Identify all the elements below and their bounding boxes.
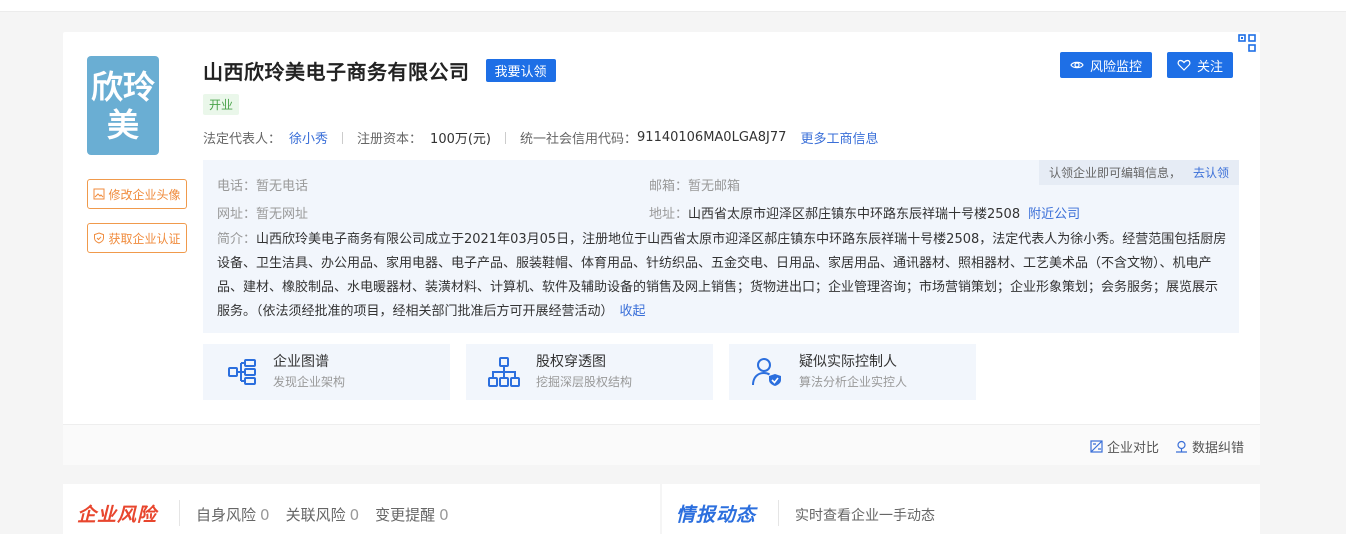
section-title: 情报动态 [676, 504, 757, 526]
related-risk-tab[interactable]: 关联风险 0 [286, 504, 360, 525]
image-icon [93, 188, 105, 200]
change-alert-tab[interactable]: 变更提醒 0 [375, 504, 449, 525]
credit-code-value: 91140106MA0LGA8J77 [637, 130, 787, 145]
website-row: 网址：暂无网址 [217, 207, 309, 222]
card-footer: 企业对比 数据纠错 [63, 424, 1260, 465]
correction-icon [1175, 440, 1187, 453]
company-name: 山西欣玲美电子商务有限公司 [203, 60, 470, 84]
divider [505, 131, 507, 144]
company-header-card: 欣玲美 修改企业头像 获取企业认证 山西欣玲美电子商务有限公司 我要认领 开业 … [63, 32, 1260, 465]
company-intro: 简介：山西欣玲美电子商务有限公司成立于2021年03月05日，注册地位于山西省太… [217, 232, 1227, 319]
phone-row: 电话：暂无电话 [217, 179, 309, 194]
nearby-companies-link[interactable]: 附近公司 [1028, 207, 1080, 222]
dynamics-subtitle[interactable]: 实时查看企业一手动态 [795, 505, 935, 525]
feature-subtitle: 挖掘深层股权结构 [536, 375, 633, 389]
equity-penetration-card[interactable]: 股权穿透图 挖掘深层股权结构 [466, 344, 713, 400]
enterprise-graph-card[interactable]: 企业图谱 发现企业架构 [203, 344, 450, 400]
capital-label: 注册资本： [357, 132, 423, 147]
contact-info-panel: 认领企业即可编辑信息， 去认领 电话：暂无电话 邮箱：暂无邮箱 网址：暂无网址 地… [203, 160, 1239, 333]
email-value: 暂无邮箱 [688, 179, 741, 194]
legal-rep-label: 法定代表人： [203, 132, 282, 147]
website-value: 暂无网址 [256, 207, 309, 222]
get-certification-button[interactable]: 获取企业认证 [87, 223, 187, 253]
top-nav-strip [0, 0, 1346, 12]
qr-code-icon[interactable] [1238, 34, 1256, 52]
actual-controller-card[interactable]: 疑似实际控制人 算法分析企业实控人 [729, 344, 976, 400]
intro-text: 山西欣玲美电子商务有限公司成立于2021年03月05日，注册地位于山西省太原市迎… [217, 232, 1227, 319]
risk-monitor-button[interactable]: 风险监控 [1059, 52, 1152, 78]
collapse-link[interactable]: 收起 [620, 304, 646, 319]
self-risk-tab[interactable]: 自身风险 0 [196, 504, 270, 525]
feature-title: 股权穿透图 [536, 354, 606, 370]
feature-subtitle: 发现企业架构 [273, 375, 346, 389]
shield-icon [94, 232, 105, 244]
enterprise-risk-section: 企业风险 自身风险 0 关联风险 0 变更提醒 0 [63, 484, 660, 534]
claim-company-button[interactable]: 我要认领 [485, 59, 556, 82]
divider [342, 131, 344, 144]
address-row: 地址：山西省太原市迎泽区郝庄镇东中环路东辰祥瑞十号楼2508 附近公司 [649, 207, 1081, 222]
user-shield-icon [752, 358, 781, 386]
credit-code-label: 统一社会信用代码： [520, 132, 638, 147]
company-logo: 欣玲美 [87, 56, 159, 155]
org-chart-icon [228, 359, 256, 385]
address-value: 山西省太原市迎泽区郝庄镇东中环路东辰祥瑞十号楼2508 [688, 207, 1021, 222]
heart-icon [1177, 59, 1191, 71]
data-correction-button[interactable]: 数据纠错 [1175, 437, 1244, 456]
divider [179, 500, 180, 526]
basic-info-row: 法定代表人： 徐小秀 注册资本： 100万(元) 统一社会信用代码： 91140… [203, 128, 878, 147]
feature-subtitle: 算法分析企业实控人 [799, 375, 908, 389]
feature-title: 疑似实际控制人 [799, 354, 897, 370]
capital-value: 100万(元) [430, 132, 492, 147]
hierarchy-icon [488, 357, 520, 387]
company-compare-button[interactable]: 企业对比 [1090, 437, 1159, 456]
phone-value: 暂无电话 [256, 179, 309, 194]
status-badge: 开业 [203, 94, 240, 115]
claim-hint: 认领企业即可编辑信息， 去认领 [1038, 160, 1239, 185]
legal-rep-link[interactable]: 徐小秀 [289, 128, 328, 147]
edit-avatar-button[interactable]: 修改企业头像 [87, 179, 187, 209]
compare-icon [1090, 440, 1103, 453]
eye-icon [1070, 61, 1084, 69]
feature-title: 企业图谱 [273, 354, 329, 370]
more-business-info-link[interactable]: 更多工商信息 [800, 128, 878, 147]
intelligence-dynamics-section: 情报动态 实时查看企业一手动态 [662, 484, 1260, 534]
email-row: 邮箱：暂无邮箱 [649, 179, 741, 194]
follow-button[interactable]: 关注 [1166, 52, 1233, 78]
go-claim-link[interactable]: 去认领 [1193, 166, 1229, 180]
divider [778, 500, 779, 526]
section-title: 企业风险 [77, 504, 158, 526]
